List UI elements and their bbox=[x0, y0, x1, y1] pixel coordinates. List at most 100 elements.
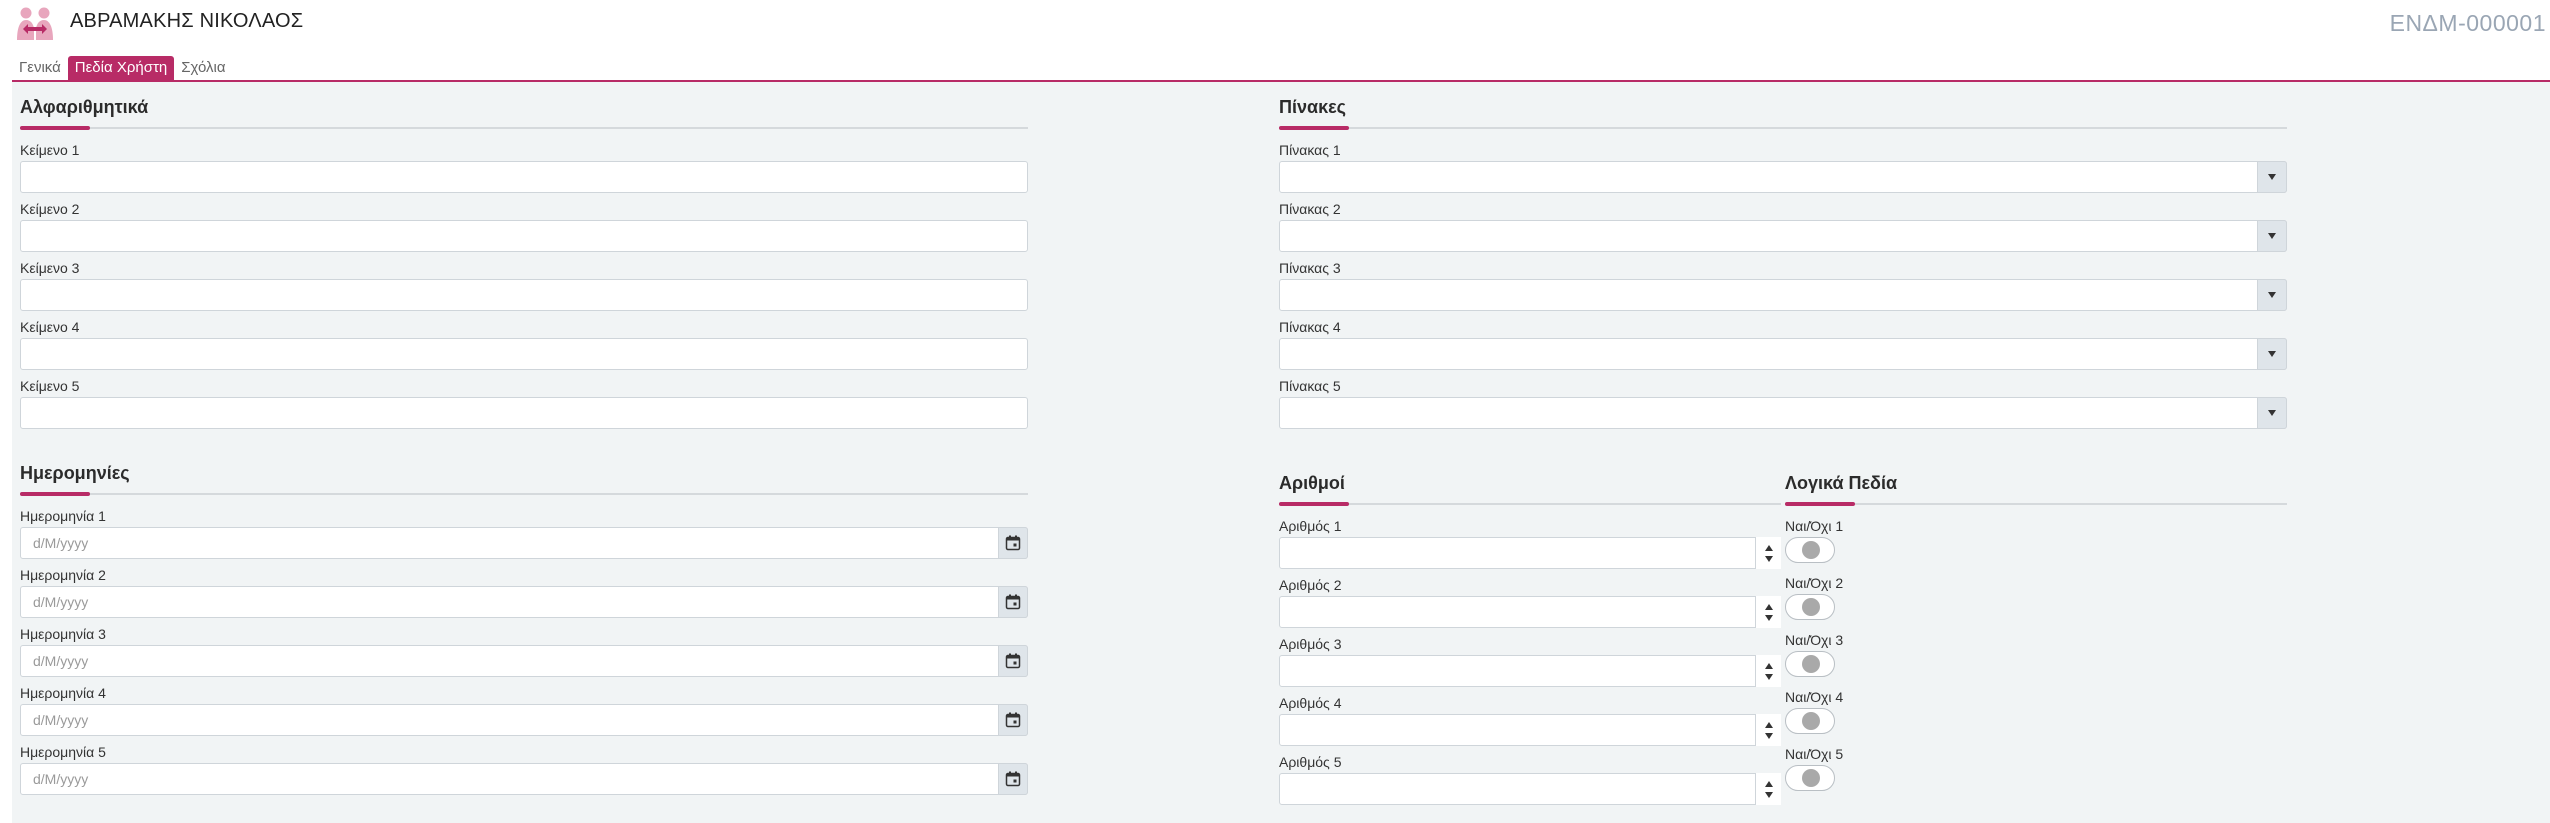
table-select-5[interactable] bbox=[1279, 397, 2287, 429]
calendar-button[interactable] bbox=[998, 645, 1028, 677]
caret-down-icon[interactable] bbox=[1764, 614, 1773, 621]
table-select-2[interactable] bbox=[1279, 220, 2287, 252]
caret-down-icon bbox=[2268, 410, 2276, 416]
number-input-1[interactable] bbox=[1279, 537, 1781, 569]
page-header: ΑΒΡΑΜΑΚΗΣ ΝΙΚΟΛΑΟΣ ΕΝΔΜ-000001 bbox=[0, 0, 2550, 52]
boolean-field-4: Ναι/Όχι 4 bbox=[1785, 688, 2287, 734]
date-input-2[interactable]: d/M/yyyy bbox=[20, 586, 1028, 618]
caret-up-icon[interactable] bbox=[1764, 780, 1773, 787]
text-input-2[interactable] bbox=[20, 220, 1028, 252]
date-placeholder: d/M/yyyy bbox=[33, 653, 89, 669]
toggle-knob bbox=[1802, 598, 1820, 616]
table-field-label: Πίνακας 1 bbox=[1279, 142, 1341, 158]
text-input-5[interactable] bbox=[20, 397, 1028, 429]
tab-comments[interactable]: Σχόλια bbox=[174, 56, 232, 80]
calendar-icon bbox=[1005, 653, 1021, 669]
date-field-label: Ημερομηνία 5 bbox=[20, 744, 106, 760]
calendar-button[interactable] bbox=[998, 527, 1028, 559]
tab-general[interactable]: Γενικά bbox=[12, 56, 68, 80]
calendar-button[interactable] bbox=[998, 586, 1028, 618]
table-field-label: Πίνακας 4 bbox=[1279, 319, 1341, 335]
calendar-button[interactable] bbox=[998, 763, 1028, 795]
caret-up-icon[interactable] bbox=[1764, 603, 1773, 610]
tables-title: Πίνακες bbox=[1279, 97, 1347, 117]
text-field-1: Κείμενο 1 bbox=[20, 141, 1028, 193]
date-input-4[interactable]: d/M/yyyy bbox=[20, 704, 1028, 736]
date-placeholder: d/M/yyyy bbox=[33, 535, 89, 551]
table-select-4[interactable] bbox=[1279, 338, 2287, 370]
yes-no-toggle-1[interactable] bbox=[1785, 537, 1835, 563]
table-field-4: Πίνακας 4 bbox=[1279, 318, 2287, 370]
boolean-field-label: Ναι/Όχι 5 bbox=[1785, 746, 1844, 762]
date-field-label: Ημερομηνία 3 bbox=[20, 626, 106, 642]
table-field-3: Πίνακας 3 bbox=[1279, 259, 2287, 311]
date-field-1: Ημερομηνία 1 d/M/yyyy bbox=[20, 507, 1028, 559]
number-input-4[interactable] bbox=[1279, 714, 1781, 746]
dropdown-button[interactable] bbox=[2257, 279, 2287, 311]
date-placeholder: d/M/yyyy bbox=[33, 594, 89, 610]
date-input-5[interactable]: d/M/yyyy bbox=[20, 763, 1028, 795]
boolean-field-label: Ναι/Όχι 4 bbox=[1785, 689, 1844, 705]
dropdown-button[interactable] bbox=[2257, 338, 2287, 370]
text-field-4: Κείμενο 4 bbox=[20, 318, 1028, 370]
text-input-1[interactable] bbox=[20, 161, 1028, 193]
date-field-label: Ημερομηνία 4 bbox=[20, 685, 106, 701]
caret-down-icon[interactable] bbox=[1764, 673, 1773, 680]
toggle-knob bbox=[1802, 712, 1820, 730]
section-divider bbox=[1279, 502, 1781, 506]
number-field-3: Αριθμός 3 bbox=[1279, 635, 1781, 687]
table-field-5: Πίνακας 5 bbox=[1279, 377, 2287, 429]
dropdown-button[interactable] bbox=[2257, 397, 2287, 429]
number-stepper[interactable] bbox=[1755, 714, 1781, 746]
text-input-3[interactable] bbox=[20, 279, 1028, 311]
caret-down-icon bbox=[2268, 174, 2276, 180]
number-stepper[interactable] bbox=[1755, 596, 1781, 628]
date-input-3[interactable]: d/M/yyyy bbox=[20, 645, 1028, 677]
caret-up-icon[interactable] bbox=[1764, 662, 1773, 669]
section-divider bbox=[20, 492, 1028, 496]
number-stepper[interactable] bbox=[1755, 537, 1781, 569]
boolean-field-label: Ναι/Όχι 2 bbox=[1785, 575, 1844, 591]
number-input-5[interactable] bbox=[1279, 773, 1781, 805]
calendar-icon bbox=[1005, 594, 1021, 610]
section-divider bbox=[1785, 502, 2287, 506]
date-field-label: Ημερομηνία 2 bbox=[20, 567, 106, 583]
tab-user-fields[interactable]: Πεδία Χρήστη bbox=[67, 56, 175, 80]
caret-down-icon[interactable] bbox=[1764, 791, 1773, 798]
table-select-1[interactable] bbox=[1279, 161, 2287, 193]
table-field-1: Πίνακας 1 bbox=[1279, 141, 2287, 193]
toggle-knob bbox=[1802, 769, 1820, 787]
caret-up-icon[interactable] bbox=[1764, 721, 1773, 728]
text-input-4[interactable] bbox=[20, 338, 1028, 370]
calendar-button[interactable] bbox=[998, 704, 1028, 736]
record-title: ΑΒΡΑΜΑΚΗΣ ΝΙΚΟΛΑΟΣ bbox=[70, 10, 304, 32]
date-field-label: Ημερομηνία 1 bbox=[20, 508, 106, 524]
text-field-5: Κείμενο 5 bbox=[20, 377, 1028, 429]
text-field-label: Κείμενο 1 bbox=[20, 142, 80, 158]
numbers-section: Αριθμοί Αριθμός 1 Αριθμός 2 Αριθμός 3 Αρ bbox=[1279, 473, 1781, 805]
text-field-label: Κείμενο 5 bbox=[20, 378, 80, 394]
date-input-1[interactable]: d/M/yyyy bbox=[20, 527, 1028, 559]
dropdown-button[interactable] bbox=[2257, 161, 2287, 193]
yes-no-toggle-4[interactable] bbox=[1785, 708, 1835, 734]
caret-up-icon[interactable] bbox=[1764, 544, 1773, 551]
booleans-title: Λογικά Πεδία bbox=[1785, 473, 1898, 493]
boolean-field-label: Ναι/Όχι 1 bbox=[1785, 518, 1844, 534]
dropdown-button[interactable] bbox=[2257, 220, 2287, 252]
caret-down-icon[interactable] bbox=[1764, 555, 1773, 562]
yes-no-toggle-5[interactable] bbox=[1785, 765, 1835, 791]
calendar-icon bbox=[1005, 712, 1021, 728]
section-divider bbox=[1279, 126, 2287, 130]
caret-down-icon[interactable] bbox=[1764, 732, 1773, 739]
number-stepper[interactable] bbox=[1755, 773, 1781, 805]
record-code: ΕΝΔΜ-000001 bbox=[2389, 10, 2546, 36]
number-input-2[interactable] bbox=[1279, 596, 1781, 628]
number-stepper[interactable] bbox=[1755, 655, 1781, 687]
table-select-3[interactable] bbox=[1279, 279, 2287, 311]
yes-no-toggle-3[interactable] bbox=[1785, 651, 1835, 677]
toggle-knob bbox=[1802, 541, 1820, 559]
number-input-3[interactable] bbox=[1279, 655, 1781, 687]
tab-bar: Γενικά Πεδία Χρήστη Σχόλια bbox=[12, 56, 233, 80]
booleans-section: Λογικά Πεδία Ναι/Όχι 1 Ναι/Όχι 2 Ναι/Όχι… bbox=[1785, 473, 2287, 791]
yes-no-toggle-2[interactable] bbox=[1785, 594, 1835, 620]
